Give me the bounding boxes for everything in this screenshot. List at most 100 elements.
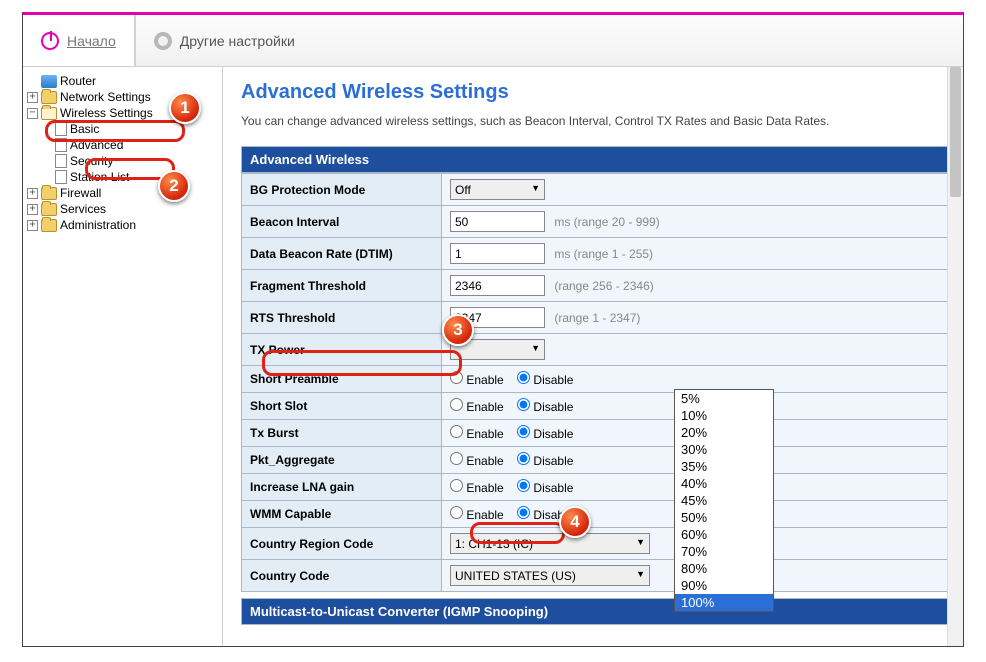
tree-network-settings[interactable]: + Network Settings [27, 89, 218, 105]
hint-dtim: ms (range 1 - 255) [554, 247, 653, 261]
row-fragment-threshold: Fragment Threshold (range 256 - 2346) [242, 270, 951, 302]
label-pkt: Pkt_Aggregate [242, 447, 442, 474]
tx-power-option[interactable]: 40% [675, 475, 773, 492]
tx-power-option[interactable]: 60% [675, 526, 773, 543]
tree-router-label: Router [60, 74, 96, 88]
expand-icon[interactable]: + [27, 204, 38, 215]
radio-slot-enable[interactable] [450, 398, 463, 411]
top-tabs: Начало Другие настройки [23, 15, 963, 67]
select-bg-protection[interactable]: Off [450, 179, 545, 200]
tab-home[interactable]: Начало [23, 15, 135, 66]
tx-power-dropdown[interactable]: 5%10%20%30%35%40%45%50%60%70%80%90%100% [674, 389, 774, 612]
hint-fragment: (range 256 - 2346) [554, 279, 653, 293]
label-country: Country Code [242, 560, 442, 592]
hint-rts: (range 1 - 2347) [554, 311, 640, 325]
row-rts-threshold: RTS Threshold (range 1 - 2347) [242, 302, 951, 334]
document-icon [55, 122, 67, 136]
select-country-region[interactable]: 1: CH1-13 (IC) [450, 533, 650, 554]
label-bg-protection: BG Protection Mode [242, 174, 442, 206]
radio-wmm-disable[interactable] [517, 506, 530, 519]
row-tx-burst: Tx Burst Enable Disable [242, 420, 951, 447]
tree-basic-label: Basic [70, 122, 99, 136]
input-fragment-threshold[interactable] [450, 275, 545, 296]
tree-services[interactable]: + Services [27, 201, 218, 217]
row-pkt-aggregate: Pkt_Aggregate Enable Disable [242, 447, 951, 474]
tree-wireless-label: Wireless Settings [60, 106, 153, 120]
radio-preamble-enable[interactable] [450, 371, 463, 384]
label-preamble: Short Preamble [242, 366, 442, 393]
tree-wireless-settings[interactable]: − Wireless Settings [27, 105, 218, 121]
folder-icon [41, 203, 57, 216]
tx-power-option[interactable]: 10% [675, 407, 773, 424]
tx-power-option[interactable]: 20% [675, 424, 773, 441]
row-wmm: WMM Capable Enable Disable [242, 501, 951, 528]
radio-slot-disable[interactable] [517, 398, 530, 411]
label-region: Country Region Code [242, 528, 442, 560]
tree-advanced-label: Advanced [70, 138, 123, 152]
tx-power-option[interactable]: 90% [675, 577, 773, 594]
expand-icon[interactable]: + [27, 188, 38, 199]
expand-icon[interactable]: + [27, 92, 38, 103]
row-dtim: Data Beacon Rate (DTIM) ms (range 1 - 25… [242, 238, 951, 270]
row-short-preamble: Short Preamble Enable Disable [242, 366, 951, 393]
tx-power-option[interactable]: 5% [675, 390, 773, 407]
tx-power-option[interactable]: 80% [675, 560, 773, 577]
label-lna: Increase LNA gain [242, 474, 442, 501]
collapse-icon[interactable]: − [27, 108, 38, 119]
power-icon [41, 32, 59, 50]
label-slot: Short Slot [242, 393, 442, 420]
tree-security[interactable]: Security [27, 153, 218, 169]
radio-pkt-disable[interactable] [517, 452, 530, 465]
select-country-code[interactable]: UNITED STATES (US) [450, 565, 650, 586]
tree-router[interactable]: Router [27, 73, 218, 89]
tree-advanced[interactable]: Advanced [27, 137, 218, 153]
label-rts: RTS Threshold [242, 302, 442, 334]
page-description: You can change advanced wireless setting… [241, 114, 951, 128]
radio-burst-enable[interactable] [450, 425, 463, 438]
row-country-region: Country Region Code 1: CH1-13 (IC) [242, 528, 951, 560]
radio-preamble-disable[interactable] [517, 371, 530, 384]
tx-power-option[interactable]: 70% [675, 543, 773, 560]
input-beacon-interval[interactable] [450, 211, 545, 232]
hint-beacon: ms (range 20 - 999) [554, 215, 659, 229]
tree-station-list[interactable]: Station List [27, 169, 218, 185]
radio-lna-enable[interactable] [450, 479, 463, 492]
label-wmm: WMM Capable [242, 501, 442, 528]
row-tx-power: TX Power [242, 334, 951, 366]
router-icon [41, 75, 57, 88]
tree-basic[interactable]: Basic [27, 121, 218, 137]
input-dtim[interactable] [450, 243, 545, 264]
row-lna-gain: Increase LNA gain Enable Disable [242, 474, 951, 501]
input-rts-threshold[interactable] [450, 307, 545, 328]
main-content: Advanced Wireless Settings You can chang… [223, 67, 963, 646]
tx-power-option[interactable]: 35% [675, 458, 773, 475]
tx-power-option[interactable]: 30% [675, 441, 773, 458]
tab-other-settings[interactable]: Другие настройки [135, 15, 313, 66]
tx-power-option[interactable]: 50% [675, 509, 773, 526]
tx-power-option[interactable]: 45% [675, 492, 773, 509]
label-fragment: Fragment Threshold [242, 270, 442, 302]
expand-icon[interactable]: + [27, 220, 38, 231]
tx-power-option[interactable]: 100% [675, 594, 773, 611]
tree-admin-label: Administration [60, 218, 136, 232]
tab-home-label: Начало [67, 33, 116, 49]
tree-firewall-label: Firewall [60, 186, 101, 200]
tree-administration[interactable]: + Administration [27, 217, 218, 233]
tree-firewall[interactable]: + Firewall [27, 185, 218, 201]
select-tx-power[interactable] [450, 339, 545, 360]
folder-open-icon [41, 107, 57, 120]
scrollbar[interactable] [947, 67, 963, 646]
radio-burst-disable[interactable] [517, 425, 530, 438]
tab-other-label: Другие настройки [180, 33, 295, 49]
page-title: Advanced Wireless Settings [241, 81, 951, 104]
section-advanced-wireless: Advanced Wireless [241, 146, 951, 173]
scrollbar-thumb[interactable] [950, 67, 961, 197]
label-beacon: Beacon Interval [242, 206, 442, 238]
tree-station-label: Station List [70, 170, 129, 184]
document-icon [55, 138, 67, 152]
radio-pkt-enable[interactable] [450, 452, 463, 465]
gear-icon [154, 32, 172, 50]
label-dtim: Data Beacon Rate (DTIM) [242, 238, 442, 270]
radio-lna-disable[interactable] [517, 479, 530, 492]
radio-wmm-enable[interactable] [450, 506, 463, 519]
